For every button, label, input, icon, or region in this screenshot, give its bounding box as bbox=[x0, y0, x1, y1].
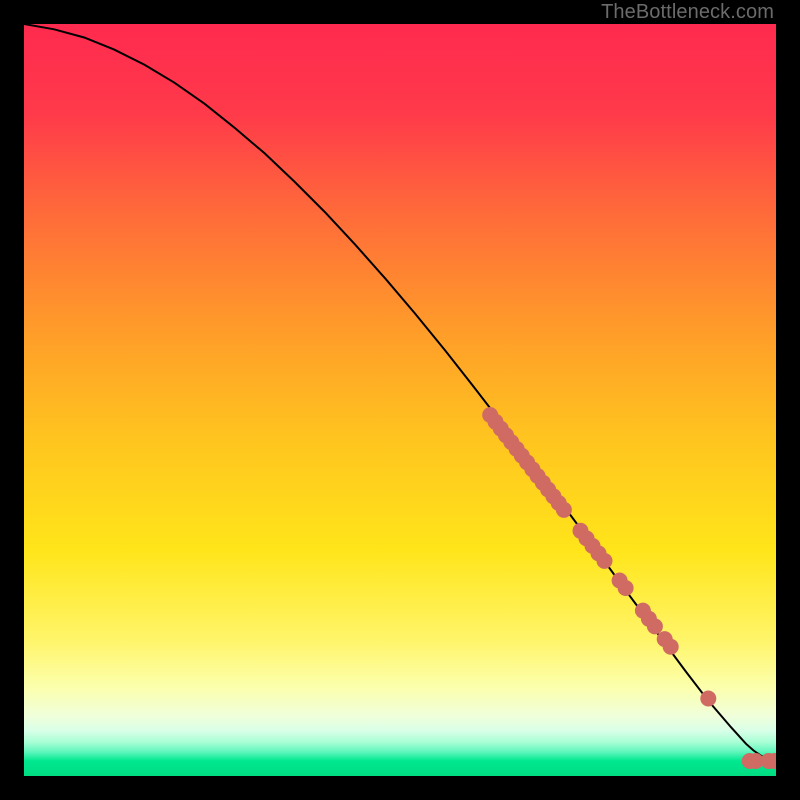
data-markers bbox=[482, 407, 776, 769]
data-marker bbox=[597, 553, 613, 569]
data-marker bbox=[647, 618, 663, 634]
plot-area bbox=[24, 24, 776, 776]
data-marker bbox=[556, 502, 572, 518]
data-marker bbox=[700, 691, 716, 707]
bottleneck-curve bbox=[24, 24, 776, 761]
data-marker bbox=[663, 639, 679, 655]
chart-stage: TheBottleneck.com bbox=[0, 0, 800, 800]
data-marker bbox=[618, 580, 634, 596]
curve-layer bbox=[24, 24, 776, 776]
watermark-text: TheBottleneck.com bbox=[601, 1, 774, 24]
